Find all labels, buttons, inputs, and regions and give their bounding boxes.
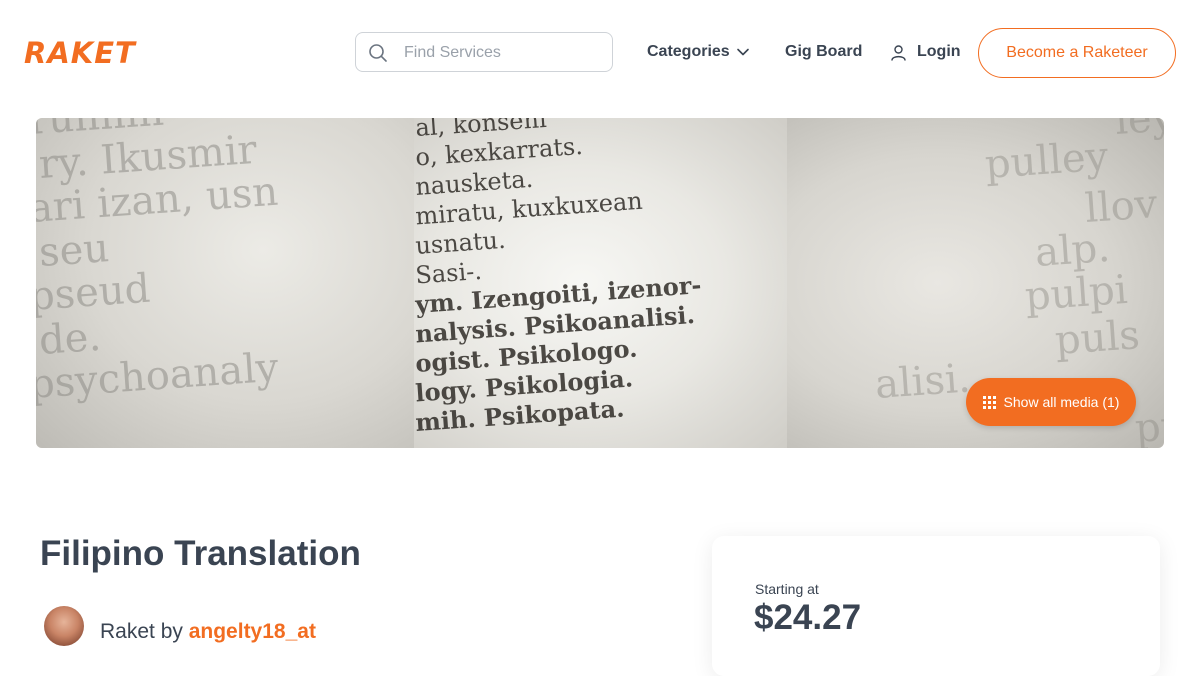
hero-word-mid-4: usnatu. [414, 226, 506, 260]
show-media-label: Show all media (1) [1003, 394, 1120, 410]
avatar[interactable] [44, 606, 84, 646]
search-icon [369, 44, 387, 62]
gig-title: Filipino Translation [40, 534, 361, 573]
hero-word-right-5: puls [1053, 312, 1141, 364]
hero-word-right-2: llov [1083, 181, 1159, 232]
hero-word-mid-5: Sasi-. [414, 257, 482, 290]
raket-logo[interactable]: RAKET [24, 38, 136, 68]
logo-text: RAKET [24, 36, 136, 70]
price-value: $24.27 [754, 598, 862, 637]
become-raketeer-button[interactable]: Become a Raketeer [978, 28, 1176, 78]
hero-word-right-7: pu [1133, 403, 1164, 448]
seller-name-link[interactable]: angelty18_at [189, 620, 316, 643]
grid-icon [982, 395, 996, 409]
hero-word-right-1: pulley [983, 133, 1110, 188]
search-bar[interactable] [355, 32, 613, 73]
nav-gig-board[interactable]: Gig Board [785, 42, 862, 62]
nav-login[interactable]: Login [890, 42, 961, 62]
hero-word-right-0: ley [1113, 118, 1164, 144]
seller-line: Raket by angelty18_at [100, 620, 316, 644]
hero-word-right-4: pulpi [1023, 267, 1129, 320]
price-card: Starting at $24.27 [712, 536, 1160, 676]
hero-word-left-4: pseud [36, 266, 152, 320]
show-all-media-button[interactable]: Show all media (1) [966, 378, 1136, 426]
seller-prefix: Raket by [100, 620, 183, 643]
login-label: Login [917, 43, 961, 60]
hero-word-right-6: alisi. [873, 355, 971, 408]
hero-word-left-5: de. [37, 314, 102, 364]
search-input[interactable] [402, 33, 606, 73]
starting-at-label: Starting at [755, 581, 819, 597]
nav-categories[interactable]: Categories [647, 42, 750, 62]
chevron-down-icon [736, 48, 749, 56]
categories-label: Categories [647, 43, 730, 60]
seller-info: Raket by angelty18_at [44, 606, 316, 646]
user-icon [891, 44, 906, 61]
